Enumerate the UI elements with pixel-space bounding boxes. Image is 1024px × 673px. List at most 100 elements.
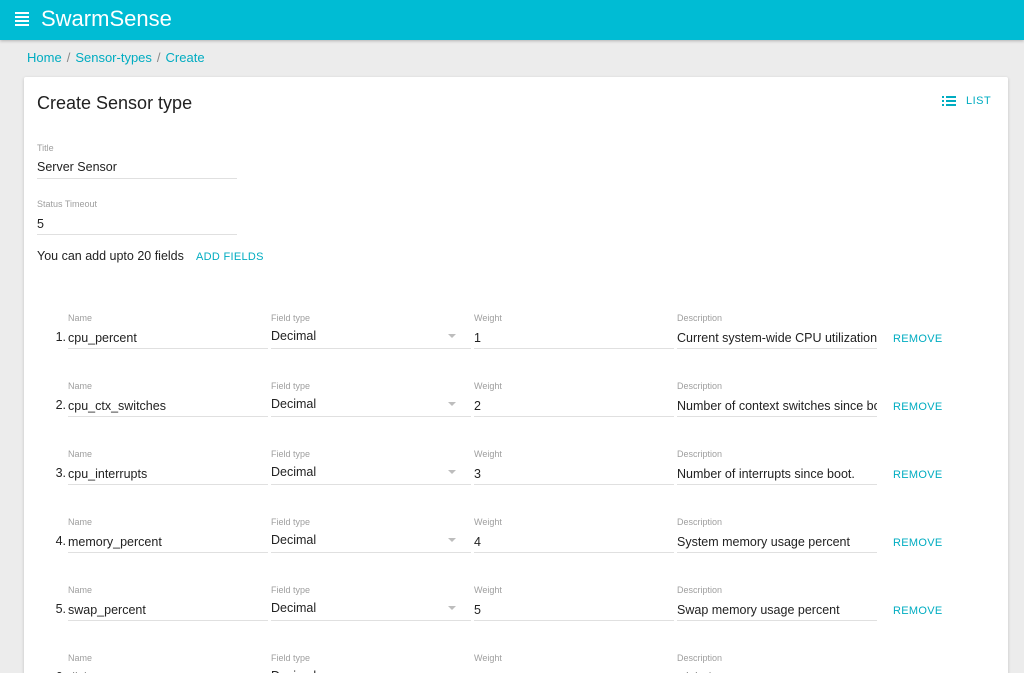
status-timeout-input[interactable]: 5: [37, 217, 44, 231]
field-row: 5. Name swap_percent Field type Decimal Weigh…: [24, 554, 1008, 622]
field-weight-input[interactable]: 3: [474, 467, 644, 481]
field-weight-label: Weight: [474, 517, 502, 527]
field-weight-label: Weight: [474, 585, 502, 595]
field-row: 1. Name cpu_percent Field type Decimal Weight…: [24, 282, 1008, 350]
field-description-input[interactable]: Number of context switches since boot: [677, 399, 877, 413]
breadcrumb: Home / Sensor-types / Create: [27, 50, 205, 65]
field-description-input[interactable]: Current system-wide CPU utilization: [677, 331, 877, 345]
field-name-label: Name: [68, 381, 93, 391]
app-title[interactable]: SwarmSense: [41, 6, 172, 32]
title-label: Title: [37, 143, 54, 153]
caret-down-icon[interactable]: [448, 470, 456, 474]
field-weight-underline: [474, 620, 674, 621]
field-description-label: Description: [677, 449, 723, 459]
field-weight-input[interactable]: 5: [474, 603, 644, 617]
field-name-input[interactable]: memory_percent: [68, 535, 238, 549]
field-type-select[interactable]: Decimal: [271, 533, 441, 547]
field-type-select[interactable]: Decimal: [271, 397, 441, 411]
field-weight-underline: [474, 484, 674, 485]
field-weight-label: Weight: [474, 653, 502, 663]
field-name-underline: [68, 552, 268, 553]
remove-field-button[interactable]: REMOVE: [893, 469, 942, 481]
caret-down-icon[interactable]: [448, 402, 456, 406]
breadcrumb-separator: /: [66, 50, 71, 65]
field-weight-label: Weight: [474, 313, 502, 323]
field-number: 1.: [55, 330, 66, 344]
field-type-underline: [271, 484, 471, 485]
field-name-label: Name: [68, 653, 93, 663]
app-bar: SwarmSense: [0, 0, 1024, 40]
field-name-label: Name: [68, 449, 93, 459]
field-name-input[interactable]: cpu_percent: [68, 331, 238, 345]
field-number: 2.: [55, 398, 66, 412]
field-description-underline: [677, 348, 877, 349]
remove-field-button[interactable]: REMOVE: [893, 333, 942, 345]
breadcrumb-home[interactable]: Home: [27, 50, 62, 65]
field-name-label: Name: [68, 585, 93, 595]
caret-down-icon[interactable]: [448, 538, 456, 542]
field-description-underline: [677, 620, 877, 621]
field-number: 3.: [55, 466, 66, 480]
field-type-label: Field type: [271, 449, 311, 459]
field-name-input[interactable]: cpu_interrupts: [68, 467, 238, 481]
field-description-label: Description: [677, 653, 723, 663]
field-weight-underline: [474, 348, 674, 349]
title-underline: [37, 178, 237, 179]
breadcrumb-separator: /: [156, 50, 161, 65]
field-description-label: Description: [677, 313, 723, 323]
field-description-underline: [677, 484, 877, 485]
add-fields-button[interactable]: ADD FIELDS: [196, 251, 264, 263]
field-type-label: Field type: [271, 653, 311, 663]
field-weight-input[interactable]: 2: [474, 399, 644, 413]
field-type-label: Field type: [271, 381, 311, 391]
field-type-label: Field type: [271, 585, 311, 595]
status-timeout-underline: [37, 234, 237, 235]
remove-field-button[interactable]: REMOVE: [893, 401, 942, 413]
field-description-input[interactable]: Number of interrupts since boot.: [677, 467, 877, 481]
field-description-label: Description: [677, 585, 723, 595]
field-row: 3. Name cpu_interrupts Field type Decimal Wei…: [24, 418, 1008, 486]
field-weight-label: Weight: [474, 381, 502, 391]
breadcrumb-create[interactable]: Create: [166, 50, 205, 65]
field-name-underline: [68, 484, 268, 485]
menu-icon[interactable]: [15, 12, 29, 26]
field-type-label: Field type: [271, 517, 311, 527]
field-number: 5.: [55, 602, 66, 616]
create-form-card: Create Sensor type LIST Title Server Sen…: [24, 77, 1008, 673]
field-weight-input[interactable]: 1: [474, 331, 644, 345]
list-icon: [942, 96, 956, 106]
list-button[interactable]: LIST: [942, 91, 991, 111]
field-type-select[interactable]: Decimal: [271, 465, 441, 479]
status-timeout-label: Status Timeout: [37, 199, 98, 209]
field-description-label: Description: [677, 381, 723, 391]
field-name-underline: [68, 416, 268, 417]
field-name-input[interactable]: cpu_ctx_switches: [68, 399, 238, 413]
caret-down-icon[interactable]: [448, 606, 456, 610]
field-type-select[interactable]: Decimal: [271, 601, 441, 615]
add-fields-hint: You can add upto 20 fields: [37, 249, 184, 263]
field-type-underline: [271, 416, 471, 417]
field-name-label: Name: [68, 313, 93, 323]
list-button-label: LIST: [966, 95, 992, 107]
field-type-underline: [271, 552, 471, 553]
field-description-input[interactable]: System memory usage percent: [677, 535, 877, 549]
field-type-underline: [271, 620, 471, 621]
remove-field-button[interactable]: REMOVE: [893, 537, 942, 549]
field-row: 2. Name cpu_ctx_switches Field type Decimal W…: [24, 350, 1008, 418]
field-type-select[interactable]: Decimal: [271, 669, 441, 673]
field-name-underline: [68, 348, 268, 349]
field-type-select[interactable]: Decimal: [271, 329, 441, 343]
field-description-input[interactable]: Swap memory usage percent: [677, 603, 877, 617]
title-input[interactable]: Server Sensor: [37, 160, 117, 174]
field-description-underline: [677, 416, 877, 417]
caret-down-icon[interactable]: [448, 334, 456, 338]
field-weight-input[interactable]: 4: [474, 535, 644, 549]
field-name-label: Name: [68, 517, 93, 527]
field-name-input[interactable]: swap_percent: [68, 603, 238, 617]
page-title: Create Sensor type: [37, 93, 193, 113]
field-number: 4.: [55, 534, 66, 548]
field-description-underline: [677, 552, 877, 553]
field-weight-underline: [474, 552, 674, 553]
remove-field-button[interactable]: REMOVE: [893, 605, 942, 617]
breadcrumb-sensor-types[interactable]: Sensor-types: [75, 50, 152, 65]
